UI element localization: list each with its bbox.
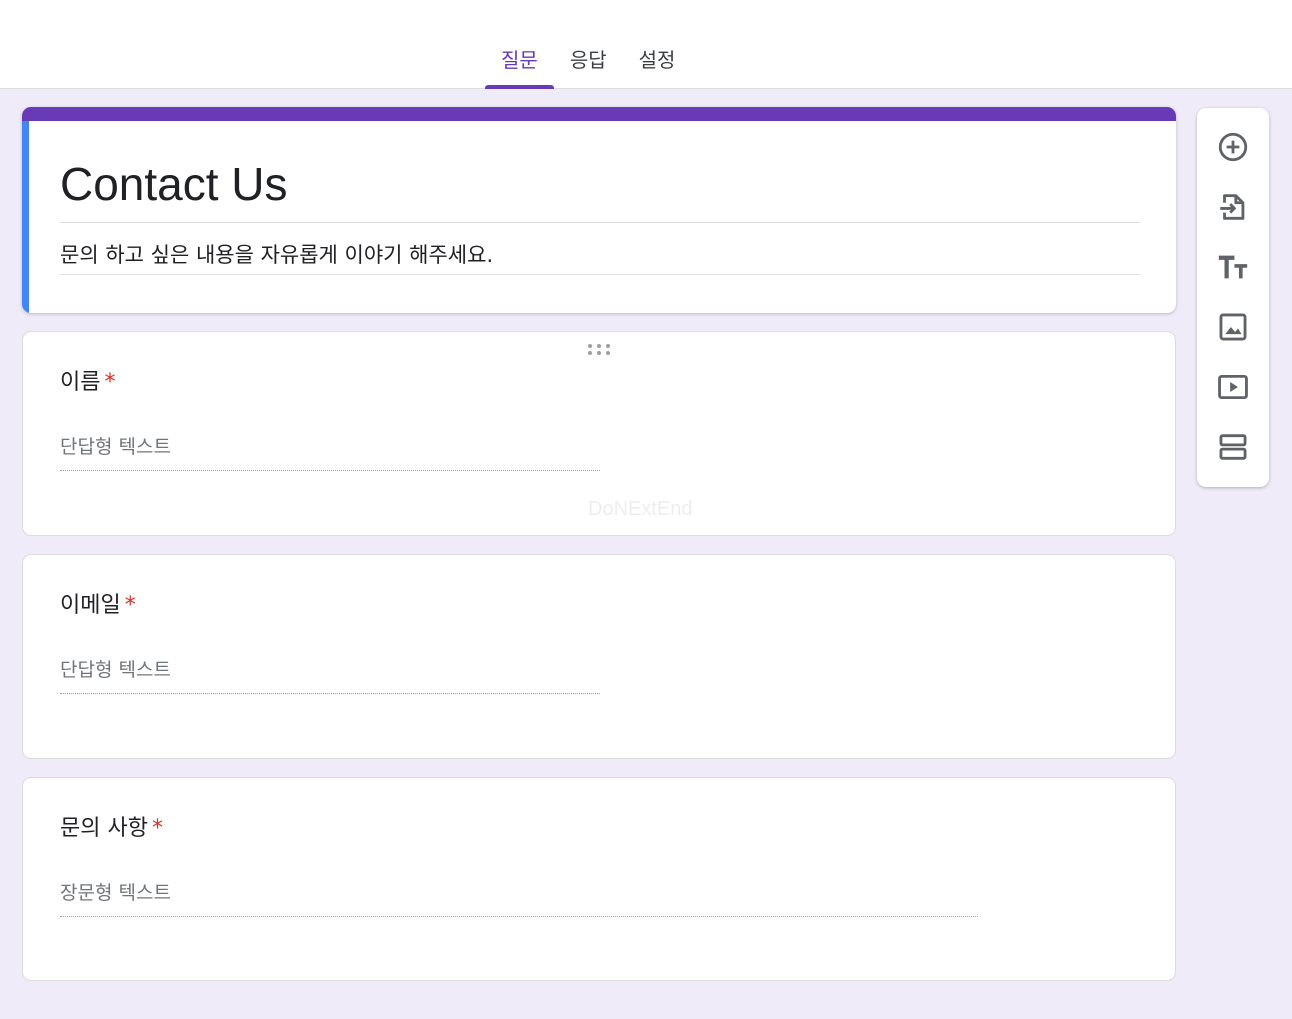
header-accent-band <box>22 107 1176 121</box>
tab-responses[interactable]: 응답 <box>554 44 623 88</box>
short-answer-placeholder: 단답형 텍스트 <box>60 432 600 471</box>
short-answer-placeholder: 단답형 텍스트 <box>60 655 600 694</box>
form-header-card[interactable]: Contact Us 문의 하고 싶은 내용을 자유롭게 이야기 해주세요. <box>22 107 1176 313</box>
question-card-inquiry[interactable]: 문의 사항 * 장문형 텍스트 <box>22 777 1176 981</box>
paragraph-answer-placeholder: 장문형 텍스트 <box>60 878 978 917</box>
question-title-text: 이메일 <box>60 593 121 618</box>
import-questions-icon[interactable] <box>1211 185 1255 229</box>
add-title-icon[interactable] <box>1211 245 1255 289</box>
form-description-field[interactable]: 문의 하고 싶은 내용을 자유롭게 이야기 해주세요. <box>60 238 1140 275</box>
drag-handle-icon[interactable] <box>588 344 614 356</box>
question-card-email[interactable]: 이메일 * 단답형 텍스트 <box>22 554 1176 759</box>
required-asterisk: * <box>151 816 163 841</box>
question-title-text: 이름 <box>60 370 101 395</box>
add-question-icon[interactable] <box>1211 125 1255 169</box>
form-title-field[interactable]: Contact Us <box>60 155 1140 223</box>
floating-toolbar <box>1197 108 1269 487</box>
question-card-name[interactable]: 이름 * 단답형 텍스트 DoNExtEnd <box>22 331 1176 536</box>
tab-questions[interactable]: 질문 <box>485 44 554 89</box>
tab-settings[interactable]: 설정 <box>623 44 692 88</box>
tab-bar: 질문 응답 설정 <box>485 44 692 89</box>
add-video-icon[interactable] <box>1211 365 1255 409</box>
required-asterisk: * <box>124 593 136 618</box>
add-section-icon[interactable] <box>1211 425 1255 469</box>
active-card-indicator <box>22 121 29 313</box>
add-image-icon[interactable] <box>1211 305 1255 349</box>
required-asterisk: * <box>104 370 116 395</box>
top-bar: 질문 응답 설정 <box>0 0 1292 89</box>
question-title: 이메일 * <box>60 591 136 621</box>
question-title-text: 문의 사항 <box>60 816 148 841</box>
question-title: 문의 사항 * <box>60 814 163 844</box>
question-title: 이름 * <box>60 368 115 398</box>
watermark: DoNExtEnd <box>588 498 693 520</box>
